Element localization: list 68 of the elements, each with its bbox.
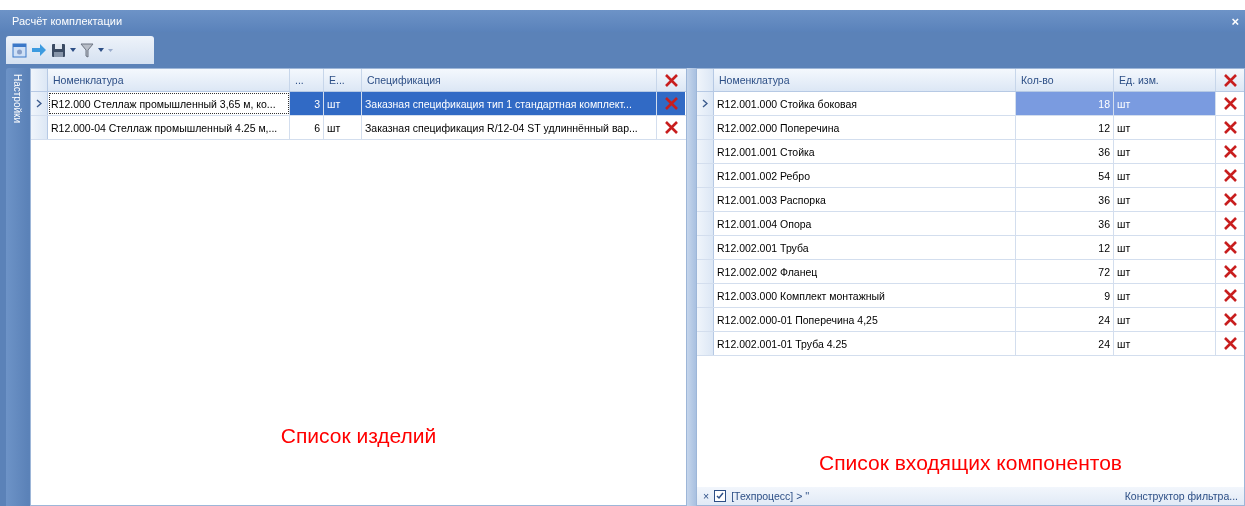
table-cell: R12.000 Стеллаж промышленный 3,65 м, ко...	[48, 92, 290, 115]
delete-icon[interactable]	[1223, 241, 1237, 254]
column-header[interactable]: ...	[290, 69, 324, 91]
table-cell: R12.000-04 Стеллаж промышленный 4.25 м,...	[48, 116, 290, 139]
delete-icon[interactable]	[664, 121, 678, 134]
delete-icon[interactable]	[1223, 289, 1237, 302]
close-button[interactable]: ×	[1231, 13, 1239, 29]
table-cell: шт	[1114, 164, 1216, 187]
table-cell: R12.002.001 Труба	[714, 236, 1016, 259]
dropdown-caret-icon[interactable]	[98, 48, 104, 52]
delete-icon[interactable]	[1223, 337, 1237, 350]
row-indicator[interactable]	[31, 92, 48, 115]
table-cell: 18	[1016, 92, 1114, 115]
delete-icon[interactable]	[1223, 73, 1237, 87]
table-cell: шт	[1114, 92, 1216, 115]
table-cell: R12.001.003 Распорка	[714, 188, 1016, 211]
filter-builder-link[interactable]: Конструктор фильтра...	[1124, 490, 1238, 502]
table-cell: шт	[1114, 116, 1216, 139]
table-cell: шт	[1114, 188, 1216, 211]
filter-icon[interactable]	[80, 42, 94, 58]
column-header[interactable]: Е...	[324, 69, 362, 91]
table-cell: шт	[1114, 308, 1216, 331]
filter-expression: [Техпроцесс] > ''	[731, 490, 810, 502]
window-icon[interactable]	[12, 42, 27, 58]
delete-icon[interactable]	[1223, 313, 1237, 326]
save-icon[interactable]	[51, 42, 66, 58]
panel-caption: Список изделий	[280, 424, 437, 448]
table-cell: Заказная спецификация R/12-04 ST удлиннённый вар...	[362, 116, 657, 139]
column-header[interactable]: Номенклатура	[48, 69, 290, 91]
column-header[interactable]: Кол-во	[1016, 69, 1114, 91]
table-cell: R12.002.002 Фланец	[714, 260, 1016, 283]
table-cell: R12.001.004 Опора	[714, 212, 1016, 235]
table-cell: Заказная спецификация тип 1 стандартная комплект...	[362, 92, 657, 115]
table-cell: 3	[290, 92, 324, 115]
delete-icon[interactable]	[664, 73, 678, 87]
delete-icon[interactable]	[1223, 169, 1237, 182]
dropdown-caret-icon[interactable]	[70, 48, 76, 52]
clear-filter-button[interactable]: ×	[703, 490, 710, 502]
column-header[interactable]: Ед. изм.	[1114, 69, 1216, 91]
table-cell: R12.001.000 Стойка боковая	[714, 92, 1016, 115]
filter-checkbox[interactable]	[714, 490, 727, 502]
table-cell: шт	[324, 92, 362, 115]
table-cell: шт	[1114, 212, 1216, 235]
table-cell: R12.003.000 Комплект монтажный	[714, 284, 1016, 307]
table-cell: R12.001.002 Ребро	[714, 164, 1016, 187]
table-cell: R12.002.000-01 Поперечина 4,25	[714, 308, 1016, 331]
row-pointer-icon	[702, 99, 708, 108]
column-header[interactable]: Номенклатура	[714, 69, 1016, 91]
delete-icon[interactable]	[1223, 265, 1237, 278]
delete-icon[interactable]	[1223, 193, 1237, 206]
table-cell: R12.001.001 Стойка	[714, 140, 1016, 163]
delete-icon[interactable]	[1223, 217, 1237, 230]
table-cell: шт	[1114, 284, 1216, 307]
table-cell: R12.002.001-01 Труба 4.25	[714, 332, 1016, 355]
column-header[interactable]: Спецификация	[362, 69, 657, 91]
row-pointer-icon	[36, 99, 42, 108]
window-title: Расчёт комплектации	[12, 15, 123, 27]
table-cell: шт	[1114, 140, 1216, 163]
table-cell: шт	[324, 116, 362, 139]
table-cell: R12.002.000 Поперечина	[714, 116, 1016, 139]
delete-icon[interactable]	[1223, 145, 1237, 158]
table-cell: шт	[1114, 332, 1216, 355]
delete-icon[interactable]	[1223, 121, 1237, 134]
delete-icon[interactable]	[1223, 97, 1237, 110]
panel-caption: Список входящих компонентов	[819, 451, 1122, 475]
row-indicator[interactable]	[697, 92, 714, 115]
table-cell: шт	[1114, 260, 1216, 283]
table-cell: шт	[1114, 236, 1216, 259]
